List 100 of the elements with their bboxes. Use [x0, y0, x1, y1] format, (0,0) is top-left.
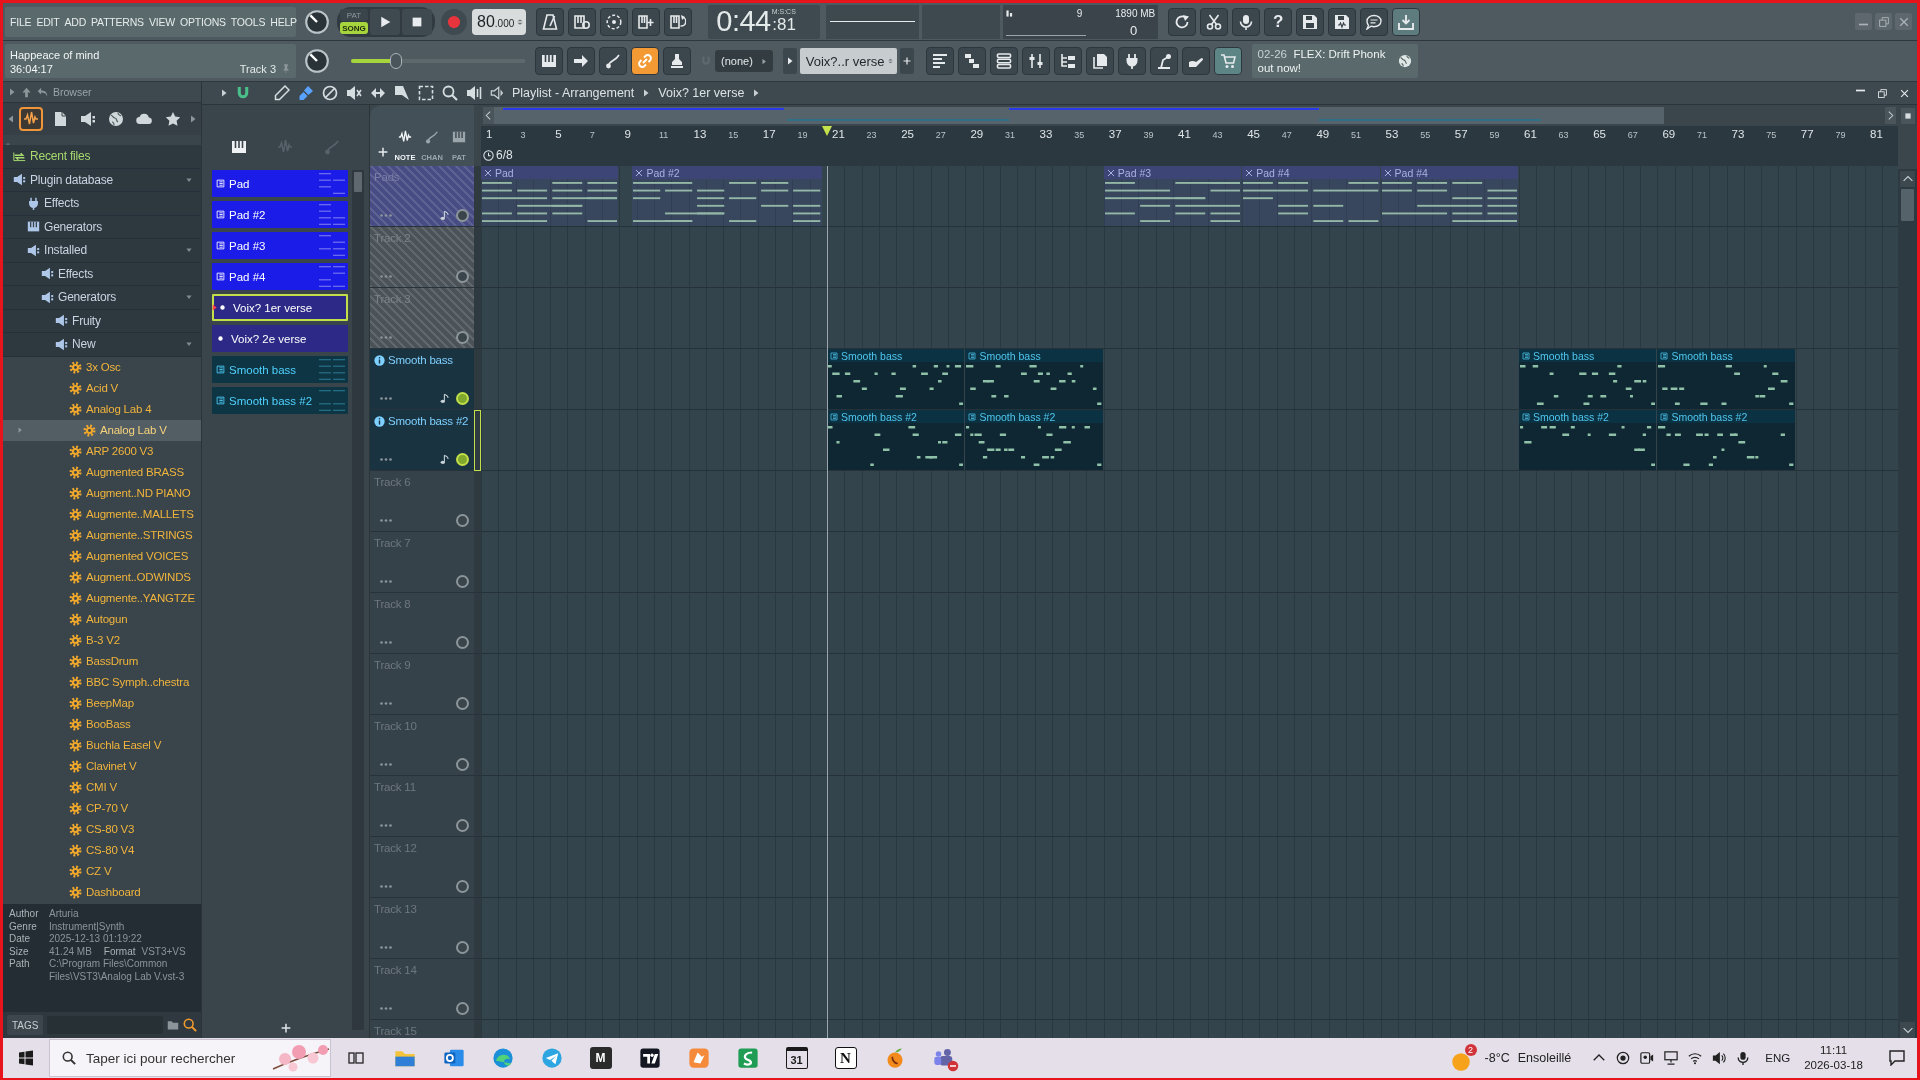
- menu-item[interactable]: TOOLS: [230, 15, 266, 28]
- pattern-item[interactable]: Pad #4: [212, 263, 348, 290]
- taskbar-app[interactable]: 31: [785, 1047, 808, 1069]
- toolbar-button[interactable]: [989, 47, 1018, 75]
- toolbar-button[interactable]: [1149, 47, 1178, 75]
- pattern-clip[interactable]: Smooth bass #2: [1657, 410, 1795, 470]
- browser-tab[interactable]: [19, 107, 44, 131]
- tool-button[interactable]: [466, 85, 482, 101]
- caret-icon[interactable]: [220, 89, 228, 97]
- tree-item[interactable]: 3x Osc: [3, 356, 201, 378]
- pattern-selector[interactable]: Voix?..r verse: [799, 48, 897, 74]
- caret-down-icon[interactable]: [185, 247, 193, 254]
- toolbar-button[interactable]: [1117, 47, 1146, 75]
- pattern-clip[interactable]: Smooth bass #2: [1519, 410, 1657, 470]
- toolbar-button[interactable]: [1053, 47, 1082, 75]
- menu-item[interactable]: VIEW: [148, 15, 175, 28]
- play-button[interactable]: [370, 8, 400, 35]
- more-icon[interactable]: [380, 641, 392, 644]
- music-note-icon[interactable]: [440, 209, 450, 222]
- more-icon[interactable]: [380, 580, 392, 583]
- pattern-clip[interactable]: Pad #2: [632, 166, 822, 226]
- toolbar-button[interactable]: [1021, 47, 1050, 75]
- pattern-menu-button[interactable]: [782, 48, 797, 74]
- toolbar-button[interactable]: [1200, 7, 1229, 36]
- tree-item[interactable]: ARP 2600 V3: [3, 440, 201, 462]
- pattern-clip[interactable]: Smooth bass #2: [965, 410, 1103, 470]
- breadcrumb-item[interactable]: Voix? 1er verse: [658, 86, 745, 100]
- track-header[interactable]: Smooth bass: [370, 349, 474, 410]
- more-icon[interactable]: [380, 702, 392, 705]
- mode-button[interactable]: PAT: [340, 9, 368, 21]
- playlist-grid[interactable]: Pad Pad #2 Pad #3 Pad #4 Pad #4 Smooth bass Smooth bass Smooth bass Smooth bass Smooth bass #2 Smooth bass #2 Smooth bass #2 Smooth bass #2: [481, 166, 1898, 1038]
- tree-item[interactable]: CMI V: [3, 776, 201, 798]
- tree-item[interactable]: BassDrum: [3, 650, 201, 672]
- arrow-up-icon[interactable]: [21, 86, 32, 98]
- mode-button[interactable]: SONG: [340, 22, 368, 34]
- pattern-item[interactable]: Pad: [212, 170, 348, 197]
- language-indicator[interactable]: ENG: [1765, 1052, 1791, 1064]
- tree-item[interactable]: Augmented VOICES: [3, 545, 201, 567]
- toolbar-button[interactable]: [1232, 7, 1261, 36]
- pattern-item[interactable]: Voix? 2e verse: [212, 325, 348, 352]
- more-icon[interactable]: [380, 824, 392, 827]
- track-header[interactable]: Smooth bass #2: [370, 410, 474, 471]
- tree-item[interactable]: Augmente..YANGTZE: [3, 587, 201, 609]
- folder-icon[interactable]: [167, 1019, 179, 1031]
- scroll-down-button[interactable]: [1900, 1022, 1915, 1038]
- pattern-clip[interactable]: Pad #4: [1380, 166, 1518, 226]
- tree-item[interactable]: Clavinet V: [3, 755, 201, 777]
- caret-down-icon[interactable]: [185, 341, 193, 348]
- tree-item[interactable]: Effects: [3, 262, 201, 286]
- tree-item[interactable]: BBC Symph..chestra: [3, 671, 201, 693]
- tree-item[interactable]: Augmente..STRINGS: [3, 524, 201, 546]
- tree-item[interactable]: BeepMap: [3, 692, 201, 714]
- toolbar-button[interactable]: [1213, 47, 1242, 75]
- scroll-right-button[interactable]: [1885, 107, 1896, 124]
- time-signature[interactable]: 6/8: [496, 148, 513, 162]
- tool-button[interactable]: [394, 85, 410, 101]
- tree-item[interactable]: Acid V: [3, 377, 201, 399]
- knob[interactable]: [305, 9, 329, 34]
- toolbar-button[interactable]: [1328, 7, 1357, 36]
- news-panel[interactable]: 02-26 FLEX: Drift Phonk out now!: [1251, 44, 1418, 78]
- tree-item[interactable]: Augment..ODWINDS: [3, 566, 201, 588]
- tree-item[interactable]: Analog Lab V: [3, 419, 201, 441]
- menu-item[interactable]: OPTIONS: [180, 15, 226, 28]
- toolbar-button[interactable]: [599, 47, 627, 75]
- info-icon[interactable]: [374, 415, 385, 427]
- toolbar-button[interactable]: [663, 47, 691, 75]
- more-icon[interactable]: [380, 275, 392, 278]
- caret-icon[interactable]: [8, 88, 16, 96]
- tree-item[interactable]: Fruity: [3, 309, 201, 333]
- menu-item[interactable]: PATTERNS: [91, 15, 144, 28]
- tree-item[interactable]: Plugin database: [3, 168, 201, 192]
- knob[interactable]: [305, 49, 329, 73]
- menu-item[interactable]: HELP: [270, 15, 297, 28]
- pattern-clip[interactable]: Smooth bass: [1657, 349, 1795, 409]
- tree-item[interactable]: Recent files: [3, 145, 201, 169]
- tool-button[interactable]: [274, 85, 290, 101]
- status-light[interactable]: [456, 453, 469, 466]
- weather-widget[interactable]: 2 -8°C Ensoleillé: [1450, 1040, 1572, 1076]
- toolbar-button[interactable]: [568, 7, 597, 36]
- caret-right-icon[interactable]: [188, 115, 197, 123]
- pattern-clip[interactable]: Pad #4: [1242, 166, 1380, 226]
- more-icon[interactable]: [380, 519, 392, 522]
- tree-item[interactable]: BooBass: [3, 713, 201, 735]
- toolbar-button[interactable]: [536, 7, 565, 36]
- menu-item[interactable]: FILE: [10, 15, 32, 28]
- caret-icon[interactable]: [642, 89, 651, 97]
- toolbar-button[interactable]: [664, 7, 693, 36]
- tree-item[interactable]: CS-80 V4: [3, 839, 201, 861]
- tree-item[interactable]: CP-70 V: [3, 797, 201, 819]
- tree-item[interactable]: CZ V: [3, 860, 201, 882]
- slider-thumb[interactable]: [390, 53, 403, 69]
- tree-item[interactable]: Generators: [3, 286, 201, 310]
- list-scrollbar[interactable]: [352, 170, 364, 1030]
- toolbar-button[interactable]: [957, 47, 986, 75]
- toolbar-button[interactable]: [1296, 7, 1325, 36]
- search-field[interactable]: Taper ici pour rechercher: [49, 1039, 331, 1077]
- pattern-clip[interactable]: Smooth bass: [827, 349, 965, 409]
- more-icon[interactable]: [380, 336, 392, 339]
- tree-item[interactable]: Analog Lab 4: [3, 398, 201, 420]
- caret-down-icon[interactable]: [185, 294, 193, 301]
